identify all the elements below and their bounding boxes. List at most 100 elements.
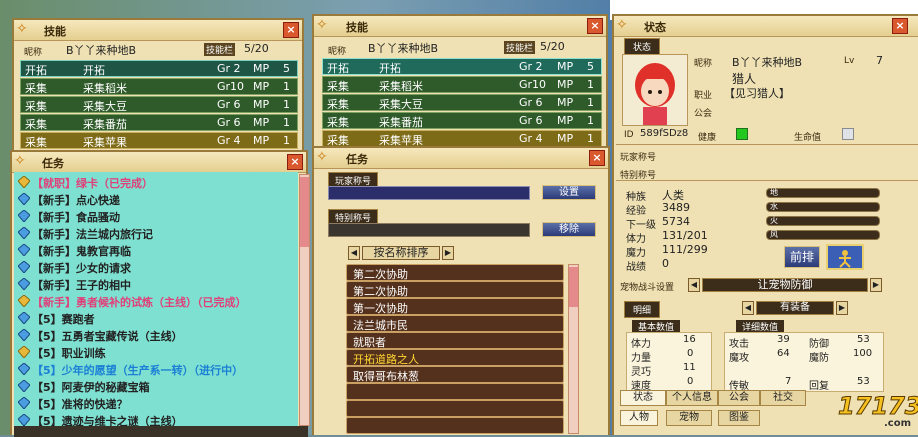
skill-mp-value: 1 <box>587 114 594 127</box>
arrow-left-icon[interactable]: ◀ <box>742 301 754 315</box>
title-list-scrollbar-thumb[interactable] <box>569 267 578 307</box>
title-list-item-selected[interactable]: 开拓道路之人 <box>346 349 564 366</box>
skill-row[interactable]: 采集 采集番茄 Gr 6 MP 1 <box>20 114 298 131</box>
stat-value: 0 <box>687 348 694 359</box>
arrow-left-icon[interactable]: ◀ <box>688 278 700 292</box>
skills-titlebar[interactable]: ✧ 技能 × <box>314 16 606 37</box>
title-list-label: 开拓道路之人 <box>353 353 419 366</box>
tab-personal-info[interactable]: 个人信息 <box>666 390 718 406</box>
skill-row[interactable]: 采集 采集苹果 Gr 4 MP 1 <box>322 130 602 147</box>
task-titlebar[interactable]: ✧ 任务 × <box>12 152 306 173</box>
status-section-label: 状态 <box>624 38 661 55</box>
remove-title-button[interactable]: 移除 <box>542 222 596 237</box>
title-list-item[interactable]: 第二次协助 <box>346 264 564 281</box>
tab-social[interactable]: 社交 <box>760 390 806 406</box>
mp-label: 魔力 <box>626 248 646 259</box>
stat-label: 体力 <box>631 339 651 350</box>
task-blue-icon <box>17 277 31 291</box>
skill-name: 采集大豆 <box>83 100 127 113</box>
task-item[interactable]: 【就职】绿卡（已完成） <box>16 174 280 190</box>
skill-slots-label: 技能栏 <box>504 41 536 54</box>
exp-value: 3489 <box>662 201 690 214</box>
arrow-right-icon[interactable]: ▶ <box>442 246 454 260</box>
skill-row[interactable]: 采集 采集稻米 Gr10 MP 1 <box>322 76 602 93</box>
title-list-item[interactable] <box>346 400 564 417</box>
close-icon[interactable]: × <box>589 150 605 166</box>
task-item[interactable]: 【5】准将的快递？ <box>16 395 280 411</box>
tab-status[interactable]: 状态 <box>620 390 666 406</box>
task-item[interactable]: 【新手】勇者候补的试炼（主线）（已完成） <box>16 293 280 309</box>
stat-value: 11 <box>683 362 696 373</box>
arrow-right-icon[interactable]: ▶ <box>870 278 882 292</box>
profile-info: 昵称 B丫丫来种地B Lv 7 猎人 职业 【见习猎人】 公会 <box>694 52 904 122</box>
task-scrollbar-thumb[interactable] <box>300 177 309 247</box>
title-list-item[interactable]: 取得哥布林葱 <box>346 366 564 383</box>
title-list-item[interactable]: 第一次协助 <box>346 298 564 315</box>
title-list-item[interactable]: 第二次协助 <box>346 281 564 298</box>
equip-selector[interactable]: 有装备 <box>756 301 834 315</box>
player-title-field[interactable] <box>328 186 530 200</box>
pet-battle-selector[interactable]: 让宠物防御 <box>702 278 868 292</box>
task-item[interactable]: 【5】少年的愿望（生产系一转）（进行中） <box>16 361 280 377</box>
task-label: 【5】职业训练 <box>32 347 106 360</box>
skill-mp-label: MP <box>253 134 270 147</box>
skill-slots-value: 5/20 <box>540 40 565 53</box>
skill-mp-label: MP <box>557 114 574 127</box>
sort-selector[interactable]: 按名称排序 <box>362 246 440 260</box>
skill-row[interactable]: 采集 采集大豆 Gr 6 MP 1 <box>322 94 602 111</box>
task-item[interactable]: 【新手】鬼教官再临 <box>16 242 280 258</box>
task-item[interactable]: 【新手】王子的相中 <box>16 276 280 292</box>
close-icon[interactable]: × <box>287 154 303 170</box>
skill-row[interactable]: 开拓 开拓 Gr 2 MP 5 <box>20 60 298 77</box>
formation-icon[interactable] <box>826 244 864 270</box>
detail-tab[interactable]: 明细 <box>624 301 661 318</box>
title-list-item[interactable]: 法兰城市民 <box>346 315 564 332</box>
title-list-scrollbar[interactable] <box>568 264 579 434</box>
task-item[interactable]: 【5】赛跑者 <box>16 310 280 326</box>
skill-mp-value: 1 <box>587 96 594 109</box>
title-list-item[interactable] <box>346 383 564 400</box>
task-item[interactable]: 【5】职业训练 <box>16 344 280 360</box>
close-icon[interactable]: × <box>283 22 299 38</box>
task-detail-bar <box>14 426 308 437</box>
task-item[interactable]: 【新手】法兰城内旅行记 <box>16 225 280 241</box>
basic-stats-table: 体力 16 力量 0 灵巧 11 速度 0 <box>626 332 712 392</box>
title-window-titlebar[interactable]: ✧ 任务 × <box>314 148 608 169</box>
tab-encyclopedia[interactable]: 图鉴 <box>718 410 760 426</box>
special-title-field[interactable] <box>328 223 530 237</box>
task-item[interactable]: 【新手】点心快递 <box>16 191 280 207</box>
close-icon[interactable]: × <box>892 18 908 34</box>
skill-row[interactable]: 采集 采集苹果 Gr 4 MP 1 <box>20 132 298 149</box>
skill-row[interactable]: 开拓 开拓 Gr 2 MP 5 <box>322 58 602 75</box>
tab-guild[interactable]: 公会 <box>718 390 760 406</box>
set-title-button[interactable]: 设置 <box>542 185 596 200</box>
health-label: 健康 <box>698 133 717 143</box>
skill-mp-value: 1 <box>283 98 290 111</box>
stat-label: 灵巧 <box>631 367 651 378</box>
task-blue-icon <box>17 379 31 393</box>
tab-pet[interactable]: 宠物 <box>666 410 712 426</box>
skill-grade: Gr 6 <box>519 114 543 127</box>
skills-titlebar[interactable]: ✧ 技能 × <box>14 20 302 41</box>
task-item[interactable]: 【5】五勇者宝藏传说（主线） <box>16 327 280 343</box>
arrow-right-icon[interactable]: ▶ <box>836 301 848 315</box>
skill-type: 开拓 <box>327 62 349 75</box>
title-list-item[interactable] <box>346 417 564 434</box>
wing-icon: ✧ <box>316 149 328 165</box>
title-list-label: 第二次协助 <box>353 285 408 298</box>
skill-row[interactable]: 采集 采集大豆 Gr 6 MP 1 <box>20 96 298 113</box>
skill-mp-value: 1 <box>283 134 290 147</box>
front-row-button[interactable]: 前排 <box>784 246 820 268</box>
skill-row[interactable]: 采集 采集稻米 Gr10 MP 1 <box>20 78 298 95</box>
stat-value: 53 <box>857 334 870 345</box>
arrow-left-icon[interactable]: ◀ <box>348 246 360 260</box>
task-item[interactable]: 【新手】少女的请求 <box>16 259 280 275</box>
skill-row[interactable]: 采集 采集番茄 Gr 6 MP 1 <box>322 112 602 129</box>
close-icon[interactable]: × <box>587 18 603 34</box>
task-item[interactable]: 【新手】食品骚动 <box>16 208 280 224</box>
tab-character[interactable]: 人物 <box>620 410 658 426</box>
title-list-item[interactable]: 就职者 <box>346 332 564 349</box>
task-scrollbar[interactable] <box>299 174 310 426</box>
task-item[interactable]: 【5】阿麦伊的秘藏宝箱 <box>16 378 280 394</box>
status-titlebar[interactable]: ✧ 状态 × <box>614 16 918 37</box>
